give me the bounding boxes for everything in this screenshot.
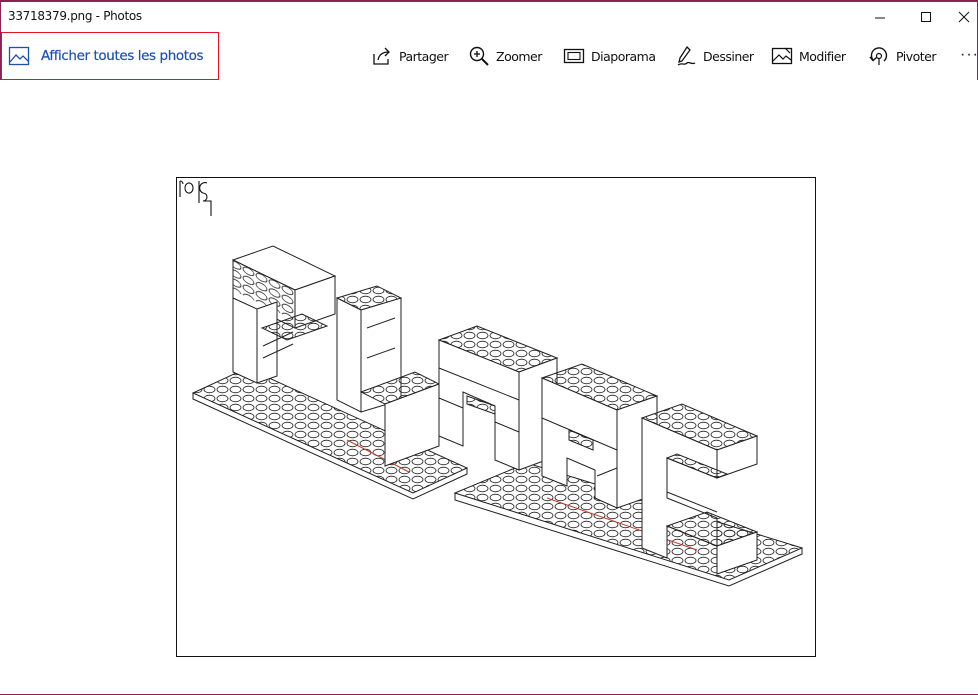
more-options-button[interactable]: ···: [960, 46, 978, 64]
slideshow-button[interactable]: Diaporama: [563, 42, 656, 70]
zoom-button[interactable]: Zoomer: [468, 42, 542, 70]
toolbar: Afficher toutes les photos Partager Zoom…: [0, 32, 978, 80]
edit-image-icon: [771, 47, 793, 65]
share-icon: [373, 47, 390, 65]
window-title: 33718379.png - Photos: [8, 9, 142, 23]
photo-viewer: [0, 80, 978, 694]
corner-glyphs: [179, 180, 212, 216]
letter-a: [437, 325, 559, 471]
zoom-icon: [469, 46, 489, 66]
maximize-icon: [921, 12, 931, 22]
draw-button[interactable]: Dessiner: [675, 42, 754, 70]
show-all-photos-button[interactable]: Afficher toutes les photos: [1, 32, 219, 80]
minimize-icon: [875, 17, 885, 19]
rotate-label: Pivoter: [896, 48, 937, 64]
draw-label: Dessiner: [703, 48, 754, 64]
share-label: Partager: [399, 48, 449, 64]
titlebar[interactable]: 33718379.png - Photos: [0, 2, 978, 32]
rotate-icon: [869, 47, 888, 65]
photo-image[interactable]: [176, 177, 816, 657]
close-icon: [958, 11, 969, 23]
slideshow-label: Diaporama: [591, 48, 656, 64]
rotate-button[interactable]: Pivoter: [868, 42, 937, 70]
edit-label: Modifier: [799, 48, 846, 64]
edit-button[interactable]: Modifier: [771, 42, 846, 70]
maximize-button[interactable]: [903, 2, 949, 32]
minimize-button[interactable]: [857, 2, 903, 32]
zoom-label: Zoomer: [496, 48, 542, 64]
show-all-photos-label: Afficher toutes les photos: [41, 48, 204, 64]
close-button[interactable]: [949, 2, 978, 32]
photo-collection-icon: [8, 46, 30, 66]
share-button[interactable]: Partager: [371, 42, 449, 70]
letter-f: [231, 245, 337, 384]
lego-letters-drawing: [179, 180, 804, 587]
slideshow-icon: [563, 48, 585, 64]
pen-icon: [677, 45, 696, 66]
